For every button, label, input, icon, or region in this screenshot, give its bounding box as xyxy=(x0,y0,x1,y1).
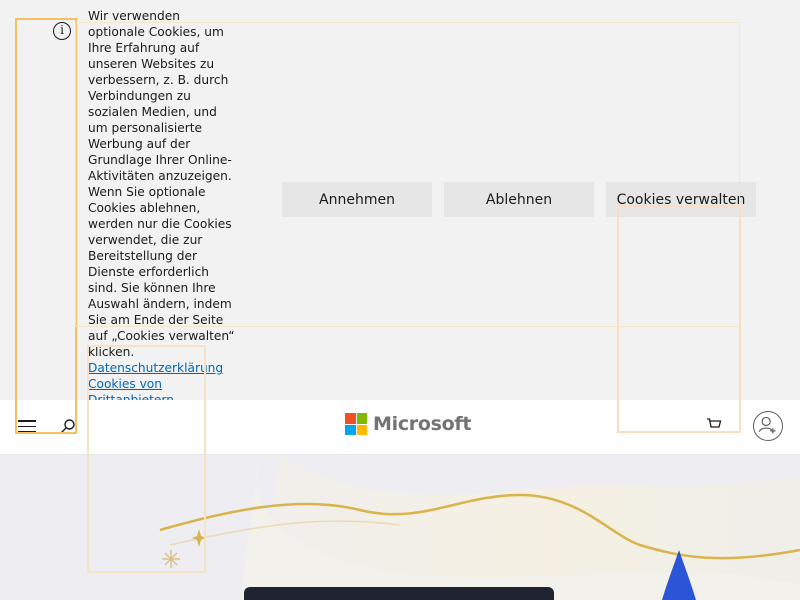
site-header: Microsoft xyxy=(0,400,800,455)
search-icon[interactable] xyxy=(60,418,76,434)
account-icon[interactable] xyxy=(753,411,783,441)
cookie-banner: i Wir verwenden optionale Cookies, um Ih… xyxy=(0,0,800,407)
accept-button[interactable]: Annehmen xyxy=(282,182,432,217)
cart-icon[interactable] xyxy=(706,416,722,432)
microsoft-logo-icon xyxy=(345,413,367,435)
info-icon: i xyxy=(53,22,71,40)
hamburger-menu-icon[interactable] xyxy=(18,420,36,433)
privacy-statement-link[interactable]: Datenschutzerklärung xyxy=(88,360,240,376)
cookie-message: Wir verwenden optionale Cookies, um Ihre… xyxy=(88,8,240,408)
laptop-device-image xyxy=(244,587,554,600)
cookie-message-text: Wir verwenden optionale Cookies, um Ihre… xyxy=(88,9,235,359)
microsoft-logo-text: Microsoft xyxy=(373,413,472,435)
reject-button[interactable]: Ablehnen xyxy=(444,182,594,217)
hero-banner xyxy=(0,455,800,600)
hero-background xyxy=(0,455,800,600)
microsoft-logo[interactable]: Microsoft xyxy=(345,412,471,436)
manage-cookies-button[interactable]: Cookies verwalten xyxy=(606,182,756,217)
